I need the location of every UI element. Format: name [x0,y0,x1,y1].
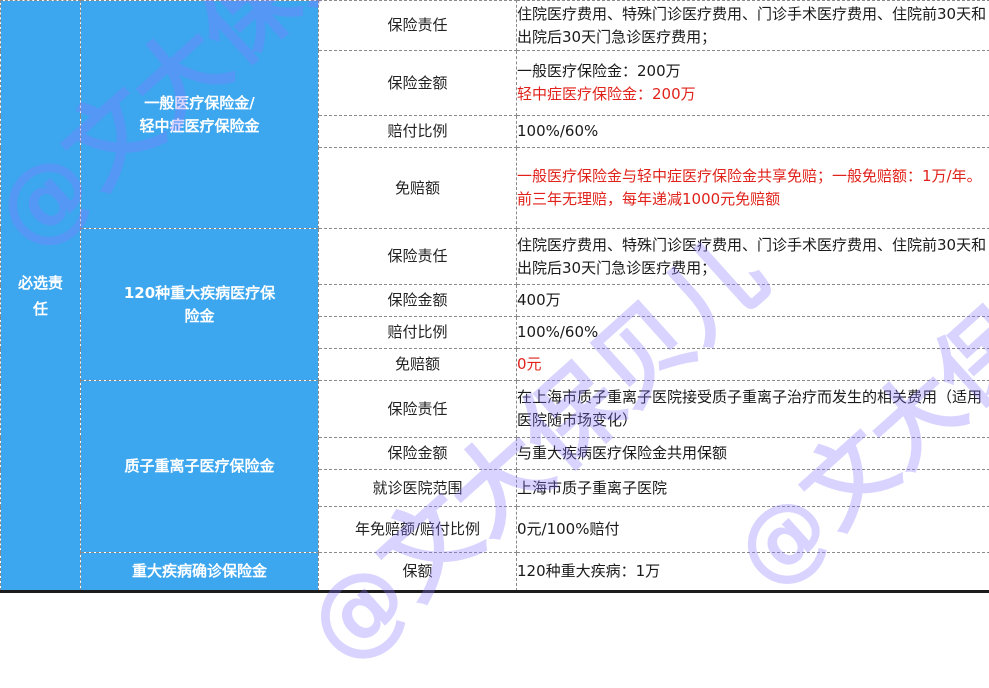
item-value-cell: 100%/60% [517,116,989,148]
section-name: 重大疾病确诊保险金 [132,562,267,580]
item-value-line-highlight: 前三年无理赔，每年递减1000元免赔额 [517,188,989,211]
item-label-cell: 免赔额 [319,148,517,229]
item-label: 保险金额 [387,291,447,309]
item-value-line-highlight: 轻中症医疗保险金：200万 [517,83,989,106]
item-value-cell: 0元/100%赔付 [517,507,989,553]
item-value-cell: 上海市质子重离子医院 [517,470,989,507]
item-value-line: 上海市质子重离子医院 [517,477,989,500]
table-row: 重大疾病确诊保险金 保额 120种重大疾病：1万 [1,553,989,591]
item-value-line: 100%/60% [517,120,989,143]
item-value-line: 住院医疗费用、特殊门诊医疗费用、门诊手术医疗费用、住院前30天和出院后30天门急… [517,3,989,49]
section-name-cell: 120种重大疾病医疗保 险金 [81,229,319,381]
section-name-cell: 一般医疗保险金/ 轻中症医疗保险金 [81,1,319,229]
item-label-cell: 保险金额 [319,51,517,116]
section-name-cell: 重大疾病确诊保险金 [81,553,319,591]
item-value-line: 与重大疾病医疗保险金共用保额 [517,442,989,465]
item-label: 就诊医院范围 [372,479,462,497]
item-value-cell: 100%/60% [517,317,989,349]
insurance-coverage-table: 必选责任 一般医疗保险金/ 轻中症医疗保险金 保险责任 住院医疗费用、特殊门诊医… [0,0,989,591]
category-label: 必选责任 [18,270,64,322]
item-label: 保险金额 [387,74,447,92]
item-label: 赔付比例 [387,323,447,341]
item-value-line: 400万 [517,289,989,312]
item-label-cell: 保险金额 [319,285,517,317]
item-label-cell: 保险金额 [319,438,517,470]
section-name: 质子重离子医疗保险金 [124,457,274,475]
item-value-line-highlight: 一般医疗保险金与轻中症医疗保险金共享免赔；一般免赔额：1万/年。 [517,165,989,188]
item-value-line: 在上海市质子重离子医院接受质子重离子治疗而发生的相关费用（适用医院随市场变化） [517,386,989,432]
item-label: 赔付比例 [387,122,447,140]
section-name: 120种重大疾病医疗保 险金 [124,284,275,325]
item-value-cell: 住院医疗费用、特殊门诊医疗费用、门诊手术医疗费用、住院前30天和出院后30天门急… [517,1,989,51]
item-value-cell: 400万 [517,285,989,317]
item-label: 保险责任 [387,16,447,34]
category-cell: 必选责任 [1,1,81,591]
item-value-line: 一般医疗保险金：200万 [517,60,989,83]
item-value-cell: 一般医疗保险金与轻中症医疗保险金共享免赔；一般免赔额：1万/年。 前三年无理赔，… [517,148,989,229]
item-label: 免赔额 [395,355,440,373]
item-value-cell: 0元 [517,349,989,381]
item-label-cell: 年免赔额/赔付比例 [319,507,517,553]
item-label: 保险金额 [387,444,447,462]
item-label: 免赔额 [395,179,440,197]
section-name-cell: 质子重离子医疗保险金 [81,381,319,553]
item-label: 年免赔额/赔付比例 [355,520,480,538]
table-row: 必选责任 一般医疗保险金/ 轻中症医疗保险金 保险责任 住院医疗费用、特殊门诊医… [1,1,989,51]
item-label: 保险责任 [387,247,447,265]
section-name: 一般医疗保险金/ 轻中症医疗保险金 [139,94,259,135]
item-label-cell: 保险责任 [319,1,517,51]
item-label-cell: 保险责任 [319,229,517,285]
item-value-cell: 在上海市质子重离子医院接受质子重离子治疗而发生的相关费用（适用医院随市场变化） [517,381,989,438]
item-label-cell: 保额 [319,553,517,591]
item-label-cell: 就诊医院范围 [319,470,517,507]
item-value-line: 100%/60% [517,321,989,344]
item-value-cell: 一般医疗保险金：200万 轻中症医疗保险金：200万 [517,51,989,116]
item-label-cell: 免赔额 [319,349,517,381]
item-label: 保险责任 [387,400,447,418]
item-value-line: 0元/100%赔付 [517,518,989,541]
item-label: 保额 [402,562,432,580]
item-value-cell: 住院医疗费用、特殊门诊医疗费用、门诊手术医疗费用、住院前30天和出院后30天门急… [517,229,989,285]
item-label-cell: 赔付比例 [319,317,517,349]
table-row: 120种重大疾病医疗保 险金 保险责任 住院医疗费用、特殊门诊医疗费用、门诊手术… [1,229,989,285]
item-value-cell: 120种重大疾病：1万 [517,553,989,591]
table-row: 质子重离子医疗保险金 保险责任 在上海市质子重离子医院接受质子重离子治疗而发生的… [1,381,989,438]
item-label-cell: 赔付比例 [319,116,517,148]
item-label-cell: 保险责任 [319,381,517,438]
item-value-cell: 与重大疾病医疗保险金共用保额 [517,438,989,470]
item-value-line-highlight: 0元 [517,353,989,376]
item-value-line: 120种重大疾病：1万 [517,560,989,583]
item-value-line: 住院医疗费用、特殊门诊医疗费用、门诊手术医疗费用、住院前30天和出院后30天门急… [517,234,989,280]
